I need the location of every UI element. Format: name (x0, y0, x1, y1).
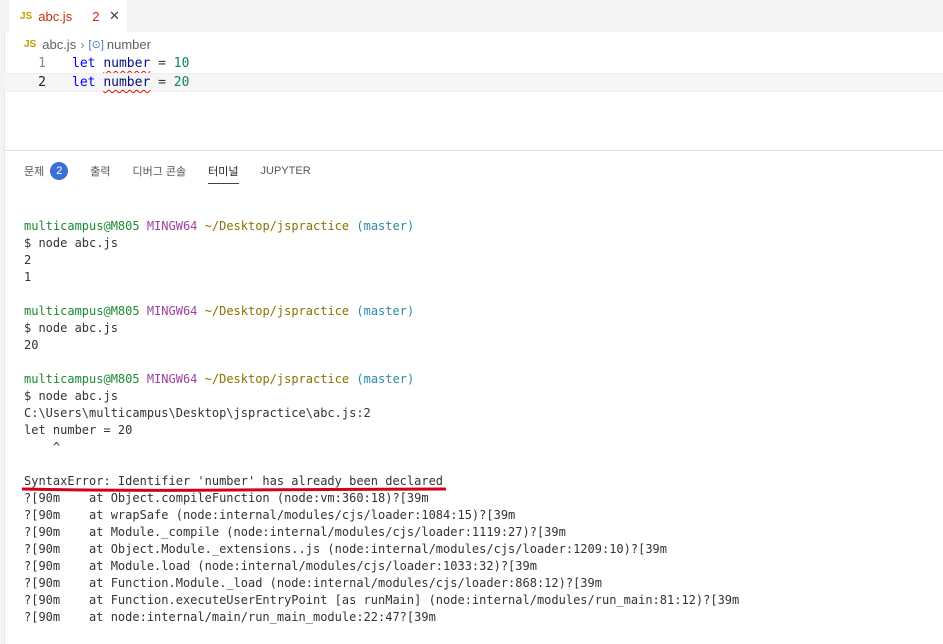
stack-trace-line: ?[90m at wrapSafe (node:internal/modules… (24, 508, 516, 522)
identifier-error: number (103, 56, 151, 71)
editor-tab-bar: JS abc.js 2 ✕ (4, 0, 943, 32)
terminal-blank (24, 456, 939, 473)
problems-badge: 2 (50, 162, 69, 180)
breadcrumb-symbol[interactable]: number (107, 37, 151, 52)
code-editor[interactable]: 1 let number = 10 2 let number = 20 (4, 54, 943, 92)
terminal-line: let number = 20 (24, 423, 133, 437)
terminal-prompt: multicampus@M805 MINGW64 ~/Desktop/jspra… (24, 219, 415, 233)
stack-trace-line: ?[90m at Module._compile (node:internal/… (24, 525, 566, 539)
terminal-line: 20 (24, 338, 39, 352)
stack-trace-line: ?[90m at Function.Module._load (node:int… (24, 576, 602, 590)
close-icon[interactable]: ✕ (107, 9, 121, 24)
tab-abc-js[interactable]: JS abc.js 2 ✕ (9, 0, 127, 32)
terminal-blank (24, 286, 939, 303)
code-line-active[interactable]: 2 let number = 20 (4, 73, 943, 92)
panel-tabs: 문제 2 출력 디버그 콘솔 터미널 JUPYTER (24, 158, 333, 184)
number-literal: 10 (173, 56, 190, 71)
terminal-prompt: multicampus@M805 MINGW64 ~/Desktop/jspra… (24, 304, 415, 318)
breadcrumb: JS abc.js › [⊙] number (24, 36, 151, 52)
operator: = (150, 75, 174, 90)
identifier-error: number (103, 75, 151, 90)
terminal-command: $ node abc.js (24, 389, 118, 403)
js-file-icon: JS (24, 38, 37, 50)
stack-trace-line: ?[90m at Object.compileFunction (node:vm… (24, 491, 429, 505)
tab-problem-count: 2 (92, 8, 100, 24)
variable-icon: [⊙] (88, 38, 104, 51)
terminal-blank (24, 354, 939, 371)
left-edge (0, 0, 5, 644)
tab-label: 출력 (90, 166, 111, 178)
tab-terminal[interactable]: 터미널 (208, 159, 239, 184)
terminal-line: ^ (24, 440, 61, 454)
code-line[interactable]: 1 let number = 10 (4, 54, 943, 73)
stack-trace-line: ?[90m at Function.executeUserEntryPoint … (24, 593, 740, 607)
tab-label: 터미널 (208, 166, 239, 178)
terminal-line: 1 (24, 270, 32, 284)
tab-label: 문제 (24, 166, 45, 178)
stack-trace-line: ?[90m at Object.Module._extensions..js (… (24, 542, 667, 556)
keyword: let (72, 75, 96, 90)
stack-trace-line: ?[90m at Module.load (node:internal/modu… (24, 559, 537, 573)
tab-problems[interactable]: 문제 2 (24, 159, 69, 183)
js-file-icon: JS (20, 10, 33, 22)
terminal-line: C:\Users\multicampus\Desktop\jspractice\… (24, 406, 371, 420)
stack-trace-line: ?[90m at node:internal/main/run_main_mod… (24, 610, 436, 624)
tab-label: 디버그 콘솔 (132, 166, 187, 178)
number-literal: 20 (173, 75, 190, 90)
line-number: 1 (38, 56, 46, 71)
tab-filename: abc.js (38, 8, 73, 24)
panel-divider (4, 150, 943, 151)
tab-label: JUPYTER (260, 165, 311, 177)
tab-debug-console[interactable]: 디버그 콘솔 (133, 159, 187, 183)
chevron-right-icon: › (80, 36, 85, 52)
terminal-output[interactable]: multicampus@M805 MINGW64 ~/Desktop/jspra… (24, 218, 939, 626)
keyword: let (72, 56, 96, 71)
operator: = (150, 56, 174, 71)
breadcrumb-file[interactable]: abc.js (42, 37, 76, 52)
line-number: 2 (38, 75, 46, 90)
error-highlight-underline (22, 487, 446, 492)
tab-output[interactable]: 출력 (90, 159, 110, 183)
tab-jupyter[interactable]: JUPYTER (261, 159, 311, 183)
terminal-line: 2 (24, 253, 32, 267)
terminal-command: $ node abc.js (24, 236, 118, 250)
terminal-prompt: multicampus@M805 MINGW64 ~/Desktop/jspra… (24, 372, 415, 386)
terminal-command: $ node abc.js (24, 321, 118, 335)
